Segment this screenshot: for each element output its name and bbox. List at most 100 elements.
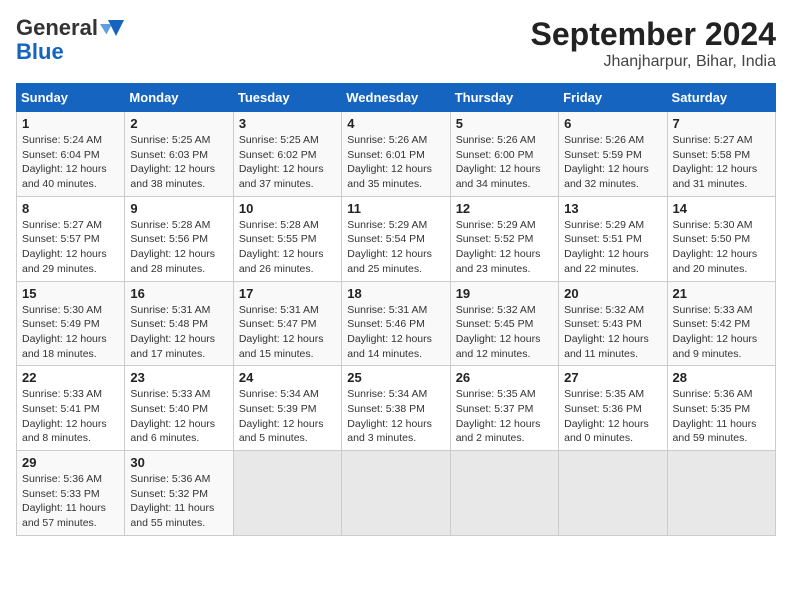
col-header-saturday: Saturday <box>667 84 775 112</box>
day-info: Sunrise: 5:25 AM Sunset: 6:02 PM Dayligh… <box>239 133 336 192</box>
day-info: Sunrise: 5:36 AM Sunset: 5:35 PM Dayligh… <box>673 387 770 446</box>
col-header-tuesday: Tuesday <box>233 84 341 112</box>
day-cell: 6Sunrise: 5:26 AM Sunset: 5:59 PM Daylig… <box>559 112 667 197</box>
day-info: Sunrise: 5:30 AM Sunset: 5:50 PM Dayligh… <box>673 218 770 277</box>
day-info: Sunrise: 5:31 AM Sunset: 5:47 PM Dayligh… <box>239 303 336 362</box>
col-header-monday: Monday <box>125 84 233 112</box>
day-info: Sunrise: 5:26 AM Sunset: 6:00 PM Dayligh… <box>456 133 553 192</box>
day-info: Sunrise: 5:32 AM Sunset: 5:45 PM Dayligh… <box>456 303 553 362</box>
calendar-table: SundayMondayTuesdayWednesdayThursdayFrid… <box>16 83 776 536</box>
day-number: 5 <box>456 116 553 131</box>
col-header-thursday: Thursday <box>450 84 558 112</box>
logo-text: General <box>16 16 98 40</box>
day-info: Sunrise: 5:34 AM Sunset: 5:38 PM Dayligh… <box>347 387 444 446</box>
day-cell: 2Sunrise: 5:25 AM Sunset: 6:03 PM Daylig… <box>125 112 233 197</box>
day-cell: 26 Sunrise: 5:35 AM Sunset: 5:37 PM Dayli… <box>450 366 558 451</box>
day-info: Sunrise: 5:28 AM Sunset: 5:56 PM Dayligh… <box>130 218 227 277</box>
day-info: Sunrise: 5:27 AM Sunset: 5:58 PM Dayligh… <box>673 133 770 192</box>
day-cell <box>233 451 341 536</box>
day-cell: 20 Sunrise: 5:32 AM Sunset: 5:43 PM Dayli… <box>559 281 667 366</box>
day-cell <box>450 451 558 536</box>
day-cell: 23 Sunrise: 5:33 AM Sunset: 5:40 PM Dayli… <box>125 366 233 451</box>
day-cell: 30 Sunrise: 5:36 AM Sunset: 5:32 PM Dayli… <box>125 451 233 536</box>
page-header: General Blue September 2024 Jhanjharpur,… <box>16 16 776 71</box>
day-info: Sunrise: 5:28 AM Sunset: 5:55 PM Dayligh… <box>239 218 336 277</box>
calendar-subtitle: Jhanjharpur, Bihar, India <box>531 53 776 71</box>
day-number: 28 <box>673 370 770 385</box>
day-number: 23 <box>130 370 227 385</box>
day-number: 29 <box>22 455 119 470</box>
day-info: Sunrise: 5:32 AM Sunset: 5:43 PM Dayligh… <box>564 303 661 362</box>
day-cell: 9 Sunrise: 5:28 AM Sunset: 5:56 PM Daylig… <box>125 196 233 281</box>
day-number: 22 <box>22 370 119 385</box>
day-cell: 8Sunrise: 5:27 AM Sunset: 5:57 PM Daylig… <box>17 196 125 281</box>
day-cell: 7 Sunrise: 5:27 AM Sunset: 5:58 PM Daylig… <box>667 112 775 197</box>
day-cell: 21 Sunrise: 5:33 AM Sunset: 5:42 PM Dayli… <box>667 281 775 366</box>
day-info: Sunrise: 5:26 AM Sunset: 5:59 PM Dayligh… <box>564 133 661 192</box>
day-info: Sunrise: 5:33 AM Sunset: 5:40 PM Dayligh… <box>130 387 227 446</box>
day-info: Sunrise: 5:25 AM Sunset: 6:03 PM Dayligh… <box>130 133 227 192</box>
day-cell <box>667 451 775 536</box>
day-number: 12 <box>456 201 553 216</box>
day-cell: 19 Sunrise: 5:32 AM Sunset: 5:45 PM Dayli… <box>450 281 558 366</box>
day-cell: 13 Sunrise: 5:29 AM Sunset: 5:51 PM Dayli… <box>559 196 667 281</box>
day-number: 18 <box>347 286 444 301</box>
day-cell <box>342 451 450 536</box>
day-cell: 24 Sunrise: 5:34 AM Sunset: 5:39 PM Dayli… <box>233 366 341 451</box>
calendar-header-row: SundayMondayTuesdayWednesdayThursdayFrid… <box>17 84 776 112</box>
day-number: 8 <box>22 201 119 216</box>
day-cell: 11 Sunrise: 5:29 AM Sunset: 5:54 PM Dayli… <box>342 196 450 281</box>
day-cell: 22 Sunrise: 5:33 AM Sunset: 5:41 PM Dayli… <box>17 366 125 451</box>
day-info: Sunrise: 5:31 AM Sunset: 5:48 PM Dayligh… <box>130 303 227 362</box>
day-number: 19 <box>456 286 553 301</box>
day-number: 20 <box>564 286 661 301</box>
day-number: 11 <box>347 201 444 216</box>
day-number: 24 <box>239 370 336 385</box>
day-info: Sunrise: 5:29 AM Sunset: 5:52 PM Dayligh… <box>456 218 553 277</box>
week-row-2: 8Sunrise: 5:27 AM Sunset: 5:57 PM Daylig… <box>17 196 776 281</box>
day-cell: 3 Sunrise: 5:25 AM Sunset: 6:02 PM Daylig… <box>233 112 341 197</box>
day-info: Sunrise: 5:36 AM Sunset: 5:32 PM Dayligh… <box>130 472 227 531</box>
logo: General Blue <box>16 16 124 64</box>
logo-icon <box>100 20 124 36</box>
col-header-wednesday: Wednesday <box>342 84 450 112</box>
week-row-3: 15 Sunrise: 5:30 AM Sunset: 5:49 PM Dayli… <box>17 281 776 366</box>
day-cell: 14 Sunrise: 5:30 AM Sunset: 5:50 PM Dayli… <box>667 196 775 281</box>
day-number: 16 <box>130 286 227 301</box>
day-number: 30 <box>130 455 227 470</box>
day-cell: 25Sunrise: 5:34 AM Sunset: 5:38 PM Dayli… <box>342 366 450 451</box>
day-info: Sunrise: 5:33 AM Sunset: 5:41 PM Dayligh… <box>22 387 119 446</box>
day-info: Sunrise: 5:33 AM Sunset: 5:42 PM Dayligh… <box>673 303 770 362</box>
day-cell: 5 Sunrise: 5:26 AM Sunset: 6:00 PM Daylig… <box>450 112 558 197</box>
day-number: 9 <box>130 201 227 216</box>
day-number: 10 <box>239 201 336 216</box>
day-cell: 10 Sunrise: 5:28 AM Sunset: 5:55 PM Dayli… <box>233 196 341 281</box>
day-cell: 18Sunrise: 5:31 AM Sunset: 5:46 PM Dayli… <box>342 281 450 366</box>
day-number: 4 <box>347 116 444 131</box>
day-cell: 4Sunrise: 5:26 AM Sunset: 6:01 PM Daylig… <box>342 112 450 197</box>
day-number: 14 <box>673 201 770 216</box>
day-cell: 17 Sunrise: 5:31 AM Sunset: 5:47 PM Dayli… <box>233 281 341 366</box>
day-number: 17 <box>239 286 336 301</box>
day-info: Sunrise: 5:29 AM Sunset: 5:54 PM Dayligh… <box>347 218 444 277</box>
day-number: 13 <box>564 201 661 216</box>
day-number: 21 <box>673 286 770 301</box>
day-cell: 29Sunrise: 5:36 AM Sunset: 5:33 PM Dayli… <box>17 451 125 536</box>
week-row-5: 29Sunrise: 5:36 AM Sunset: 5:33 PM Dayli… <box>17 451 776 536</box>
day-number: 15 <box>22 286 119 301</box>
day-number: 3 <box>239 116 336 131</box>
day-info: Sunrise: 5:34 AM Sunset: 5:39 PM Dayligh… <box>239 387 336 446</box>
day-info: Sunrise: 5:29 AM Sunset: 5:51 PM Dayligh… <box>564 218 661 277</box>
day-number: 26 <box>456 370 553 385</box>
day-cell: 28 Sunrise: 5:36 AM Sunset: 5:35 PM Dayli… <box>667 366 775 451</box>
day-cell: 1Sunrise: 5:24 AM Sunset: 6:04 PM Daylig… <box>17 112 125 197</box>
col-header-friday: Friday <box>559 84 667 112</box>
day-info: Sunrise: 5:30 AM Sunset: 5:49 PM Dayligh… <box>22 303 119 362</box>
title-block: September 2024 Jhanjharpur, Bihar, India <box>531 16 776 71</box>
calendar-title: September 2024 <box>531 16 776 53</box>
calendar-body: 1Sunrise: 5:24 AM Sunset: 6:04 PM Daylig… <box>17 112 776 536</box>
week-row-1: 1Sunrise: 5:24 AM Sunset: 6:04 PM Daylig… <box>17 112 776 197</box>
day-number: 7 <box>673 116 770 131</box>
day-cell: 27Sunrise: 5:35 AM Sunset: 5:36 PM Dayli… <box>559 366 667 451</box>
day-info: Sunrise: 5:35 AM Sunset: 5:37 PM Dayligh… <box>456 387 553 446</box>
